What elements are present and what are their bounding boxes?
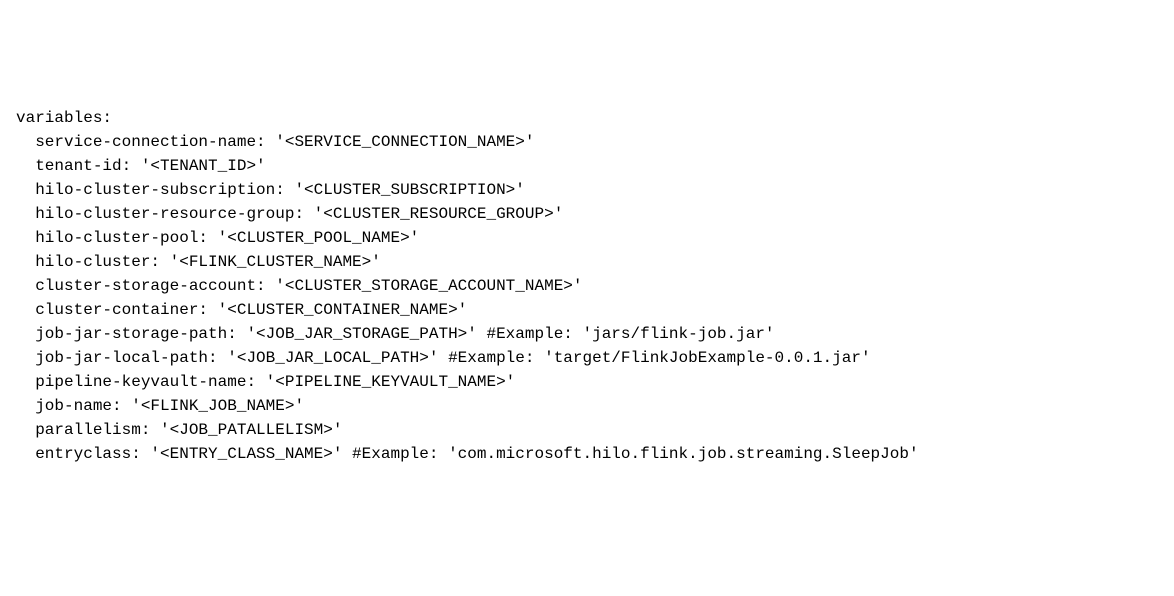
code-line: job-name: '<FLINK_JOB_NAME>' (16, 394, 1158, 418)
code-line: service-connection-name: '<SERVICE_CONNE… (16, 130, 1158, 154)
code-block: variables:service-connection-name: '<SER… (16, 106, 1158, 466)
code-line: hilo-cluster-pool: '<CLUSTER_POOL_NAME>' (16, 226, 1158, 250)
code-line: cluster-container: '<CLUSTER_CONTAINER_N… (16, 298, 1158, 322)
code-line: job-jar-local-path: '<JOB_JAR_LOCAL_PATH… (16, 346, 1158, 370)
code-line: pipeline-keyvault-name: '<PIPELINE_KEYVA… (16, 370, 1158, 394)
code-line: hilo-cluster-subscription: '<CLUSTER_SUB… (16, 178, 1158, 202)
code-line: job-jar-storage-path: '<JOB_JAR_STORAGE_… (16, 322, 1158, 346)
code-line: hilo-cluster: '<FLINK_CLUSTER_NAME>' (16, 250, 1158, 274)
code-line: tenant-id: '<TENANT_ID>' (16, 154, 1158, 178)
code-line: entryclass: '<ENTRY_CLASS_NAME>' #Exampl… (16, 442, 1158, 466)
code-line: hilo-cluster-resource-group: '<CLUSTER_R… (16, 202, 1158, 226)
code-header: variables: (16, 106, 1158, 130)
code-line: parallelism: '<JOB_PATALLELISM>' (16, 418, 1158, 442)
code-line: cluster-storage-account: '<CLUSTER_STORA… (16, 274, 1158, 298)
